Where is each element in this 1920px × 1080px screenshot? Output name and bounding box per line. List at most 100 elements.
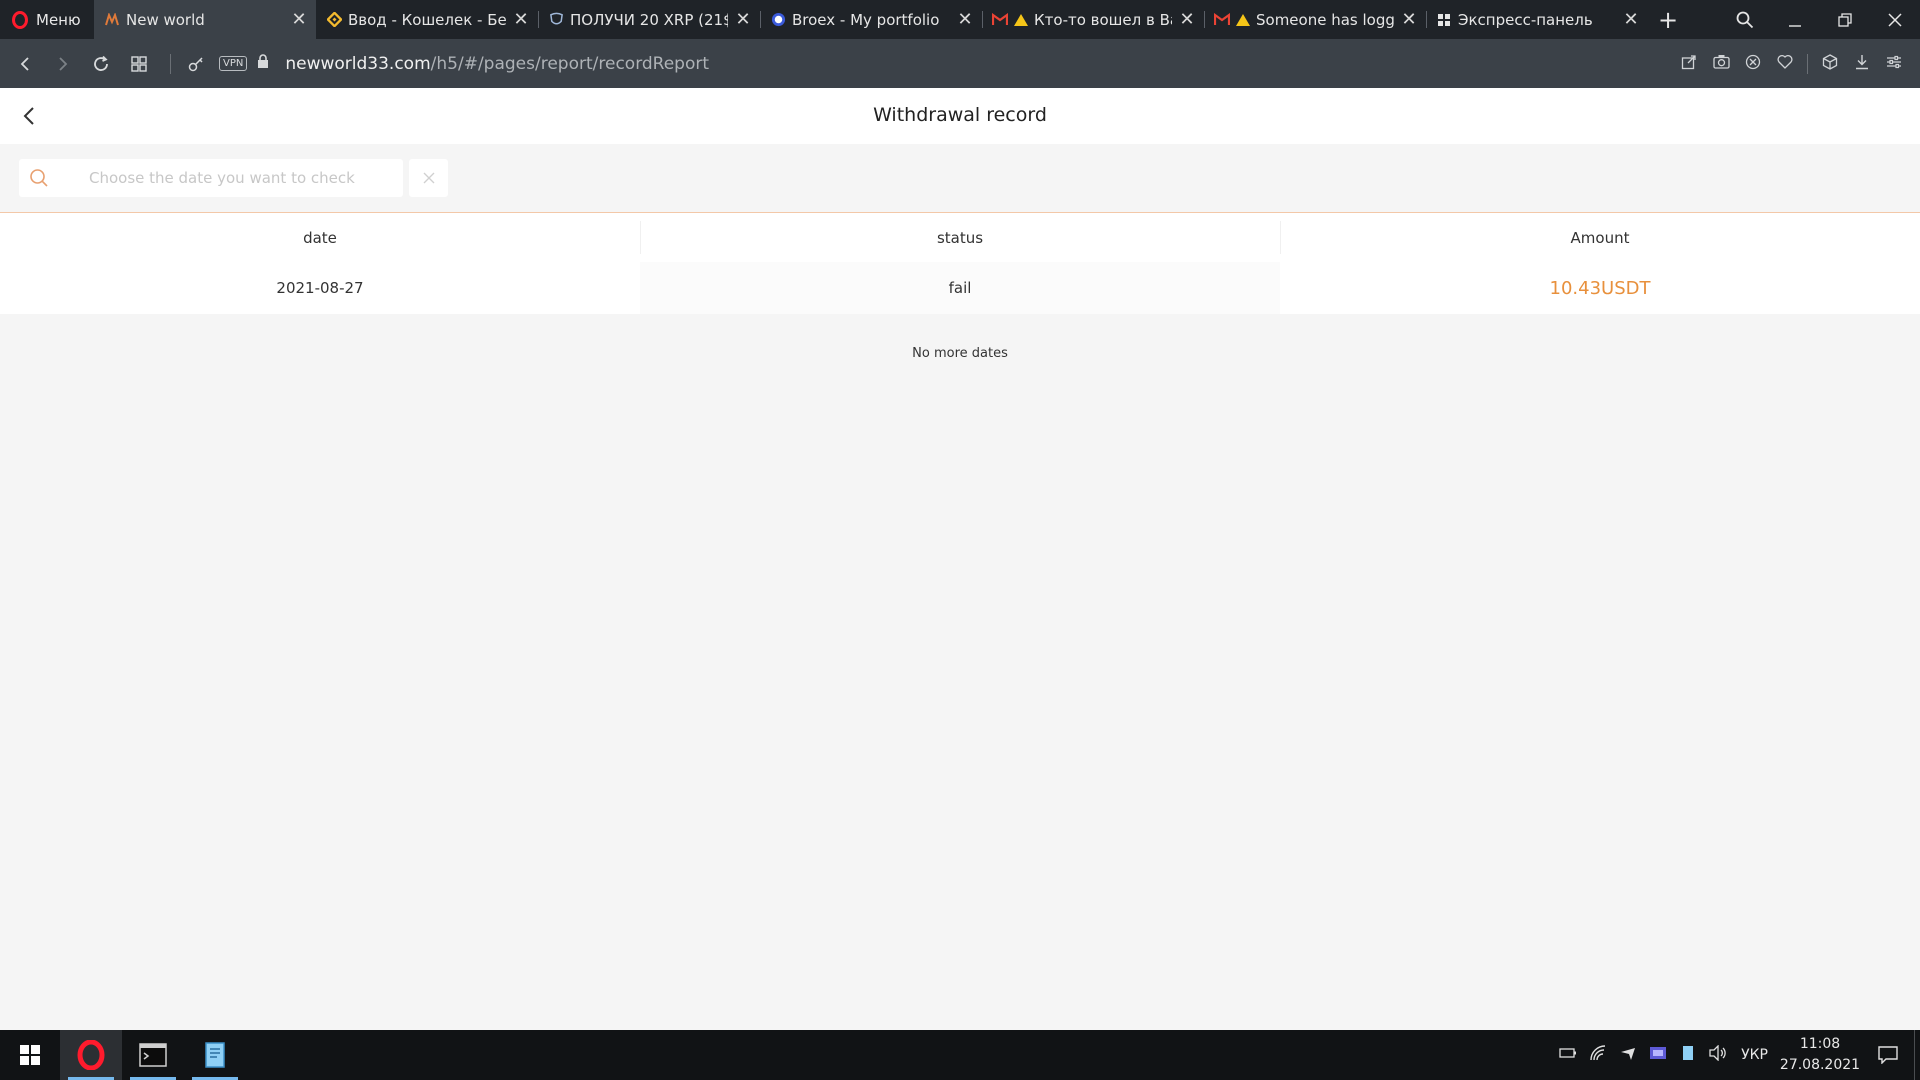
grid-icon xyxy=(1436,12,1452,28)
taskbar-terminal[interactable] xyxy=(122,1030,184,1080)
column-header-status: status xyxy=(640,213,1280,262)
browser-menu-label: Меню xyxy=(36,10,81,29)
date-search-box[interactable] xyxy=(19,159,403,197)
gmail-icon xyxy=(992,12,1008,28)
no-more-data-text: No more dates xyxy=(912,346,1008,361)
lock-icon[interactable] xyxy=(257,54,269,73)
binance-icon xyxy=(326,12,342,28)
url-host: newworld33.com xyxy=(285,53,431,74)
new-tab-button[interactable]: + xyxy=(1648,0,1688,39)
opera-logo-icon xyxy=(12,10,28,29)
start-button[interactable] xyxy=(0,1030,60,1080)
tab-speed-dial[interactable]: Экспресс-панель ✕ xyxy=(1426,0,1648,39)
wifi-icon[interactable] xyxy=(1583,1045,1613,1065)
clock-time: 11:08 xyxy=(1799,1036,1841,1052)
broex-icon xyxy=(770,12,786,28)
camera-icon[interactable] xyxy=(1705,54,1737,73)
close-icon[interactable]: ✕ xyxy=(1178,9,1196,30)
tab-title: Ввод - Кошелек - Безо xyxy=(348,10,506,29)
tab-broex-portfolio[interactable]: Broex - My portfolio ✕ xyxy=(760,0,982,39)
page-title: Withdrawal record xyxy=(873,104,1047,126)
windows-logo-icon xyxy=(20,1045,40,1065)
heart-icon[interactable] xyxy=(1769,54,1801,73)
toolbar-separator xyxy=(1807,53,1808,74)
easy-setup-icon[interactable] xyxy=(1878,54,1910,74)
row-date: 2021-08-27 xyxy=(0,262,640,314)
tab-title: Экспресс-панель xyxy=(1458,10,1593,29)
browser-tab-bar: Меню New world ✕ Ввод - Кошелек - Безо ✕… xyxy=(0,0,1920,39)
clock-date: 27.08.2021 xyxy=(1779,1057,1861,1073)
url-path: /h5/#/pages/report/recordReport xyxy=(430,53,710,74)
block-ads-icon[interactable] xyxy=(1737,54,1769,74)
close-icon[interactable]: ✕ xyxy=(734,9,752,30)
system-tray: УКР 11:08 27.08.2021 xyxy=(1553,1030,1920,1080)
page-content: Withdrawal record date status Amount 202… xyxy=(0,88,1920,1030)
tab-title: Someone has logge xyxy=(1256,10,1394,29)
minimize-icon[interactable] xyxy=(1770,0,1820,39)
tab-gmail-ru[interactable]: Кто-то вошел в Ва ✕ xyxy=(982,0,1204,39)
column-header-date: date xyxy=(303,228,337,247)
forward-arrow-icon[interactable] xyxy=(44,56,82,72)
notification-icon xyxy=(1878,1046,1898,1064)
search-icon xyxy=(29,168,49,188)
newworld-icon xyxy=(104,12,120,28)
close-icon[interactable]: ✕ xyxy=(956,9,974,30)
table-header: date status Amount xyxy=(0,213,1920,262)
battery-icon[interactable] xyxy=(1553,1047,1583,1063)
url-field[interactable]: newworld33.com/h5/#/pages/report/recordR… xyxy=(285,54,709,74)
back-arrow-icon[interactable] xyxy=(6,56,44,72)
taskbar-opera[interactable] xyxy=(60,1030,122,1080)
tab-title: ПОЛУЧИ 20 XRP (21$) xyxy=(570,10,728,29)
windows-taskbar: УКР 11:08 27.08.2021 xyxy=(0,1030,1920,1080)
language-indicator[interactable]: УКР xyxy=(1741,1047,1768,1063)
warning-icon xyxy=(1236,13,1250,26)
date-search-input[interactable] xyxy=(59,159,393,197)
page-header: Withdrawal record xyxy=(0,88,1920,144)
row-amount: 10.43USDT xyxy=(1280,262,1920,314)
warning-icon xyxy=(1014,13,1028,26)
gmail-icon xyxy=(1214,12,1230,28)
clear-search-button[interactable] xyxy=(409,159,448,197)
tab-gmail-en[interactable]: Someone has logge ✕ xyxy=(1204,0,1426,39)
table-row: 2021-08-27 fail 10.43USDT xyxy=(0,262,1920,314)
tab-grid-icon[interactable] xyxy=(120,55,158,72)
show-desktop-button[interactable] xyxy=(1914,1030,1920,1080)
tab-new-world[interactable]: New world ✕ xyxy=(94,0,316,39)
volume-icon[interactable] xyxy=(1703,1044,1733,1065)
share-icon[interactable] xyxy=(1673,54,1705,74)
reload-icon[interactable] xyxy=(82,55,120,73)
shield-tab-icon xyxy=(548,12,564,28)
address-bar-actions xyxy=(1673,53,1920,74)
search-tabs-icon[interactable] xyxy=(1720,0,1770,39)
taskbar-notepad[interactable] xyxy=(184,1030,246,1080)
opera-icon xyxy=(77,1040,105,1070)
close-icon xyxy=(423,172,434,184)
terminal-icon xyxy=(139,1043,167,1067)
tab-xrp-offer[interactable]: ПОЛУЧИ 20 XRP (21$) ✕ xyxy=(538,0,760,39)
tab-title: Кто-то вошел в Ва xyxy=(1034,10,1172,29)
key-icon[interactable] xyxy=(183,56,209,72)
clock[interactable]: 11:08 27.08.2021 xyxy=(1778,1034,1862,1076)
cube-icon[interactable] xyxy=(1814,53,1846,74)
tab-binance-wallet[interactable]: Ввод - Кошелек - Безо ✕ xyxy=(316,0,538,39)
row-status: fail xyxy=(640,262,1280,314)
close-icon[interactable]: ✕ xyxy=(290,9,308,30)
close-icon[interactable]: ✕ xyxy=(512,9,530,30)
notepad-tray-icon[interactable] xyxy=(1673,1045,1703,1065)
address-bar: VPN newworld33.com/h5/#/pages/report/rec… xyxy=(0,39,1920,88)
close-icon[interactable]: ✕ xyxy=(1400,9,1418,30)
search-row xyxy=(19,159,448,197)
close-icon[interactable]: ✕ xyxy=(1622,9,1640,30)
vpn-badge[interactable]: VPN xyxy=(219,56,248,71)
app-tray-icon[interactable] xyxy=(1643,1046,1673,1064)
download-icon[interactable] xyxy=(1846,54,1878,74)
close-window-icon[interactable] xyxy=(1870,0,1920,39)
tab-bar-spacer xyxy=(1688,0,1720,39)
column-header-amount: Amount xyxy=(1280,213,1920,262)
airplane-icon[interactable] xyxy=(1613,1045,1643,1065)
browser-menu-button[interactable]: Меню xyxy=(0,0,94,39)
notifications-button[interactable] xyxy=(1862,1046,1914,1064)
tab-title: Broex - My portfolio xyxy=(792,10,940,29)
notepad-icon xyxy=(205,1042,225,1068)
restore-icon[interactable] xyxy=(1820,0,1870,39)
